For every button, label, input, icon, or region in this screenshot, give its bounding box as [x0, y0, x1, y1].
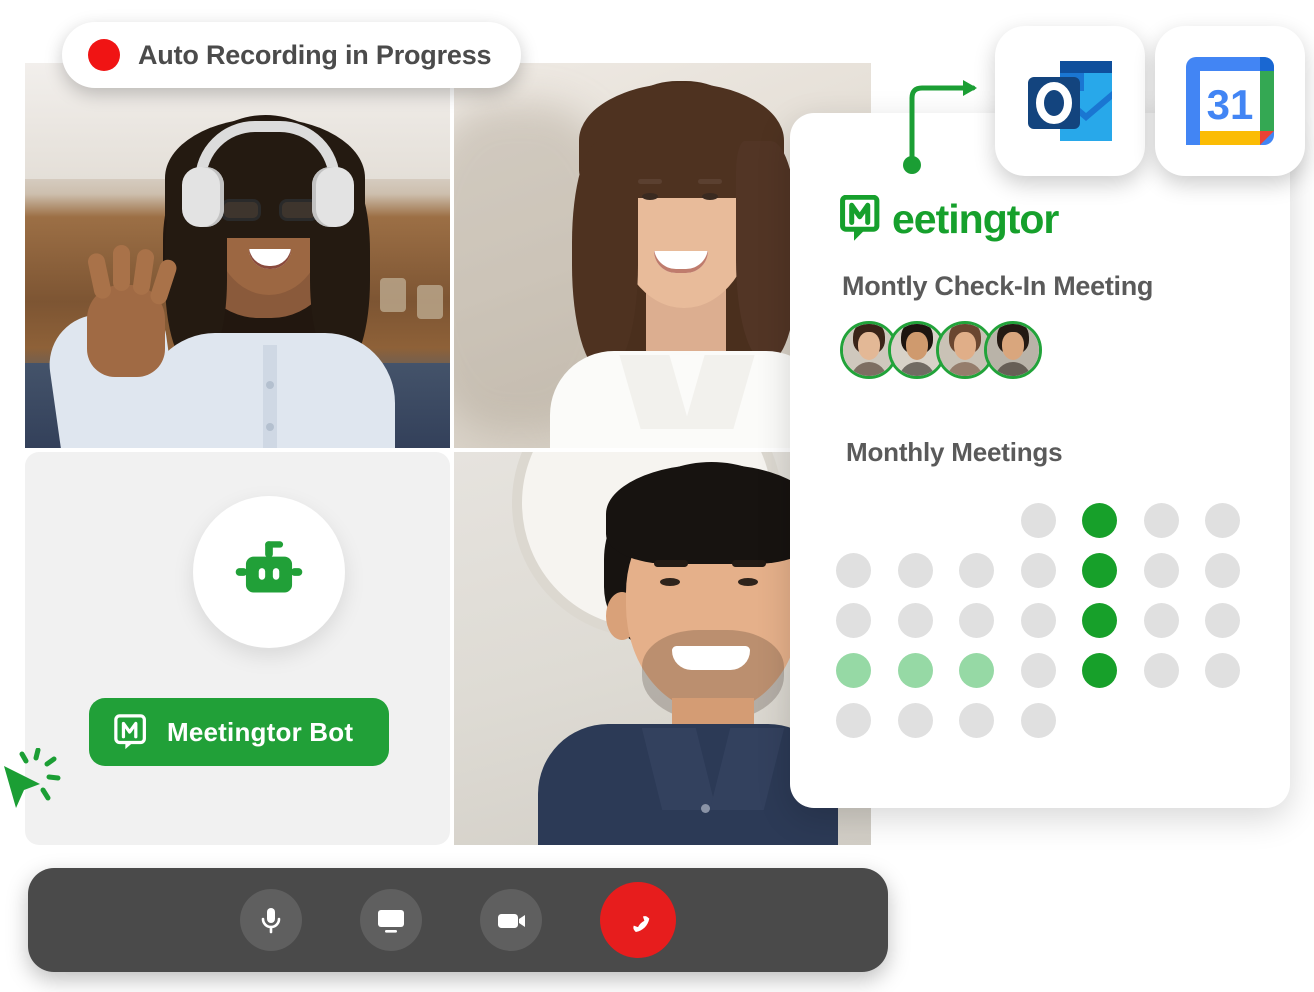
heatmap-dot	[1143, 653, 1179, 688]
phone-hangup-icon	[633, 916, 650, 933]
end-call-button[interactable]	[600, 882, 676, 958]
video-camera-icon	[498, 914, 525, 928]
meeting-ui-composite: Meetingtor Bot Auto Recording in Progres…	[0, 0, 1314, 992]
heatmap-dot	[897, 603, 933, 638]
heatmap-dot	[1082, 603, 1117, 638]
google-calendar-icon: 31	[1186, 57, 1274, 145]
bot-button-label: Meetingtor Bot	[167, 716, 354, 747]
heatmap-dot	[959, 703, 994, 738]
meetingtor-bot-button[interactable]: Meetingtor Bot	[89, 698, 389, 766]
heatmap-dot	[1143, 553, 1179, 588]
heatmap-dot	[836, 703, 871, 738]
camera-button[interactable]	[480, 889, 542, 951]
heatmap-dot	[1082, 653, 1117, 688]
outlook-icon	[1028, 61, 1112, 141]
heatmap-dot	[1020, 603, 1056, 638]
heatmap-dot	[959, 653, 994, 688]
heatmap-dot	[897, 553, 933, 588]
meetingtor-wordmark: eetingtor	[892, 195, 1059, 242]
recording-status-badge: Auto Recording in Progress	[62, 22, 522, 88]
bot-avatar	[193, 496, 345, 648]
integration-outlook[interactable]	[995, 26, 1145, 176]
heatmap-dot	[959, 553, 994, 588]
meetingtor-panel: eetingtor Montly Check-In Meeting Monthl…	[790, 113, 1290, 808]
heatmap-dot	[1205, 503, 1240, 538]
calendar-day-number: 31	[1207, 81, 1254, 128]
monthly-meetings-heading: Monthly Meetings	[846, 437, 1063, 467]
meetingtor-mark-icon	[114, 714, 146, 750]
meetingtor-logo: eetingtor	[838, 195, 1059, 243]
meetingtor-mark-icon	[840, 195, 880, 241]
meeting-title: Montly Check-In Meeting	[842, 271, 1154, 301]
heatmap-dot	[897, 653, 933, 688]
recording-dot-icon	[88, 39, 120, 71]
heatmap-dot	[1205, 653, 1240, 688]
integration-connector-arrow	[903, 80, 977, 174]
integration-google-calendar[interactable]: 31	[1155, 26, 1305, 176]
attendee-avatar[interactable]	[984, 321, 1042, 379]
heatmap-dot	[959, 603, 994, 638]
participant-video-tile[interactable]	[25, 63, 450, 448]
screen-share-button[interactable]	[360, 889, 422, 951]
heatmap-dot	[1020, 503, 1056, 538]
recording-status-label: Auto Recording in Progress	[138, 39, 492, 70]
heatmap-dot	[1082, 503, 1117, 538]
heatmap-dot	[836, 603, 871, 638]
heatmap-dot	[1020, 653, 1056, 688]
microphone-button[interactable]	[240, 889, 302, 951]
monthly-meetings-heatmap	[836, 503, 1256, 743]
robot-icon	[235, 541, 303, 593]
meetingtor-bot-tile[interactable]: Meetingtor Bot	[25, 452, 450, 845]
heatmap-dot	[897, 703, 933, 738]
heatmap-dot	[836, 653, 871, 688]
meeting-controls-toolbar	[28, 868, 888, 972]
heatmap-dot	[1205, 603, 1240, 638]
heatmap-dot	[1205, 553, 1240, 588]
microphone-icon	[261, 908, 281, 934]
heatmap-dot	[1143, 503, 1179, 538]
heatmap-dot	[1020, 553, 1056, 588]
heatmap-dot	[1143, 603, 1179, 638]
monitor-icon	[378, 910, 404, 933]
heatmap-dot	[836, 553, 871, 588]
click-cursor-icon	[4, 748, 61, 808]
heatmap-dot	[1020, 703, 1056, 738]
heatmap-dot	[1082, 553, 1117, 588]
